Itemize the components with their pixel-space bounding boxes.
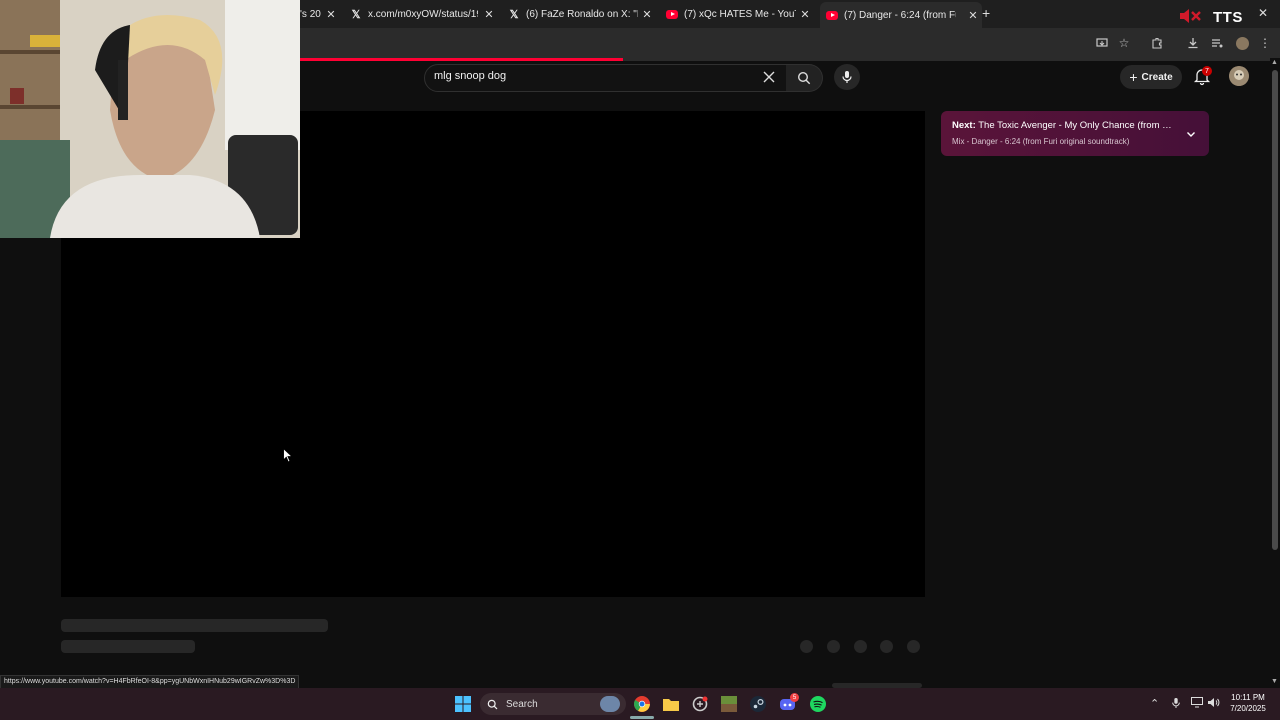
media-controls-icon[interactable] xyxy=(1208,34,1226,52)
search-icon xyxy=(797,71,811,85)
spotify-icon[interactable] xyxy=(808,694,828,714)
taskbar-search-label: Search xyxy=(506,698,538,710)
webcam-overlay xyxy=(0,0,300,238)
scroll-up-arrow-icon[interactable]: ▲ xyxy=(1271,59,1278,66)
new-tab-button[interactable]: + xyxy=(982,5,990,21)
tab-close-icon[interactable]: ✕ xyxy=(640,7,654,21)
search-input-value: mlg snoop dog xyxy=(434,70,507,82)
install-app-icon[interactable] xyxy=(1093,34,1111,52)
display-tray-icon[interactable] xyxy=(1191,697,1203,711)
channel-skeleton xyxy=(61,640,195,653)
tab-close-icon[interactable]: ✕ xyxy=(966,8,980,22)
account-avatar[interactable] xyxy=(1229,66,1249,86)
tab-close-icon[interactable]: ✕ xyxy=(324,7,338,21)
chrome-icon[interactable] xyxy=(632,694,652,714)
profile-avatar-icon[interactable] xyxy=(1233,34,1251,52)
discord-badge: 5 xyxy=(790,693,799,702)
bookmark-star-icon[interactable]: ☆ xyxy=(1115,34,1133,52)
window-close-button[interactable]: ✕ xyxy=(1258,6,1268,20)
clear-search-icon[interactable] xyxy=(760,68,778,86)
title-skeleton xyxy=(61,619,328,632)
youtube-icon xyxy=(666,8,678,20)
extensions-icon[interactable] xyxy=(1148,34,1166,52)
action-skeleton xyxy=(854,640,867,653)
search-button[interactable] xyxy=(786,64,823,92)
up-next-title-line: Next: The Toxic Avenger - My Only Chance… xyxy=(952,120,1174,131)
plus-icon: + xyxy=(1129,69,1138,85)
tts-logo: TTS xyxy=(1213,9,1243,26)
link-status-url: https://www.youtube.com/watch?v=H4FbRfeO… xyxy=(0,675,300,689)
tab-title: (7) xQc HATES Me - YouTube xyxy=(684,8,796,20)
windows-start-icon[interactable] xyxy=(453,694,473,714)
search-highlight-icon xyxy=(600,696,620,712)
notification-count-badge: 7 xyxy=(1202,66,1212,76)
up-next-title: The Toxic Avenger - My Only Chance (from… xyxy=(978,120,1174,131)
tab-title: (6) FaZe Ronaldo on X: "Playing xyxy=(526,8,638,20)
up-next-prefix: Next: xyxy=(952,120,976,131)
file-explorer-icon[interactable] xyxy=(661,694,681,714)
download-icon[interactable] xyxy=(1184,34,1202,52)
tab-close-icon[interactable]: ✕ xyxy=(798,7,812,21)
up-next-subtitle: Mix - Danger - 6:24 (from Furi original … xyxy=(952,137,1130,146)
clock-time: 10:11 PM xyxy=(1231,693,1265,702)
active-app-indicator xyxy=(630,716,654,719)
create-label: Create xyxy=(1141,71,1173,83)
clock-date: 7/20/2025 xyxy=(1230,704,1266,713)
scroll-down-arrow-icon[interactable]: ▼ xyxy=(1271,678,1278,685)
microphone-tray-icon[interactable] xyxy=(1171,697,1181,712)
microphone-icon xyxy=(842,71,852,83)
voice-search-button[interactable] xyxy=(834,64,860,90)
minecraft-icon[interactable] xyxy=(719,694,739,714)
action-skeleton xyxy=(800,640,813,653)
x-icon: 𝕏 xyxy=(509,8,519,21)
create-button[interactable]: + Create xyxy=(1120,65,1182,89)
taskbar-clock[interactable]: 10:11 PM 7/20/2025 xyxy=(1224,692,1272,714)
action-skeleton xyxy=(880,640,893,653)
browser-tab[interactable]: 𝕏 (6) FaZe Ronaldo on X: "Playing ✕ xyxy=(508,4,656,24)
action-skeleton xyxy=(827,640,840,653)
tab-title: (7) Danger - 6:24 (from Furi ori xyxy=(844,9,956,21)
page-loading-bar-fill xyxy=(300,58,624,61)
action-skeleton xyxy=(907,640,920,653)
x-icon: 𝕏 xyxy=(351,8,361,21)
chevron-down-icon[interactable] xyxy=(1184,127,1198,141)
tab-title: 's 20 xyxy=(300,8,321,20)
browser-menu-icon[interactable]: ⋮ xyxy=(1256,34,1274,52)
youtube-icon xyxy=(826,9,838,21)
browser-tab-active[interactable]: (7) Danger - 6:24 (from Furi ori ✕ xyxy=(820,2,982,28)
tab-close-icon[interactable]: ✕ xyxy=(482,7,496,21)
browser-tab[interactable]: 𝕏 x.com/m0xyOW/status/194696 ✕ xyxy=(350,4,498,24)
show-hidden-icons-icon[interactable]: ⌃ xyxy=(1150,697,1159,710)
tab-title: x.com/m0xyOW/status/194696 xyxy=(368,8,478,20)
scrollbar-thumb[interactable] xyxy=(1272,70,1278,550)
up-next-card[interactable] xyxy=(941,111,1209,156)
browser-tab[interactable]: (7) xQc HATES Me - YouTube ✕ xyxy=(666,4,814,24)
search-icon xyxy=(487,699,498,709)
volume-tray-icon[interactable] xyxy=(1207,697,1220,711)
page-loading-bar xyxy=(300,58,1280,61)
steam-icon[interactable] xyxy=(748,694,768,714)
app-icon[interactable] xyxy=(690,694,710,714)
mouse-cursor-icon xyxy=(283,447,294,468)
taskbar-search[interactable]: Search xyxy=(480,693,626,715)
browser-tab[interactable]: 's 20 ✕ xyxy=(300,4,340,24)
mute-icon xyxy=(1178,9,1204,23)
